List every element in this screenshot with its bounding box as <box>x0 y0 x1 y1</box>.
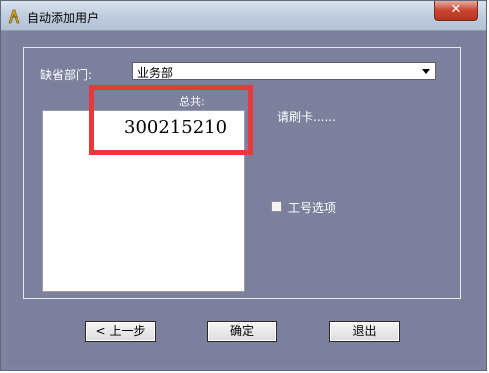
department-dropdown[interactable]: 业务部 <box>132 62 436 80</box>
confirm-button[interactable]: 确定 <box>207 321 277 342</box>
employee-id-checkbox[interactable] <box>271 201 282 212</box>
confirm-button-label: 确定 <box>229 324 254 338</box>
previous-button-label: 上一步 <box>109 324 146 338</box>
highlight-annotation <box>89 85 253 155</box>
title-bar[interactable]: 自动添加用户 ✕ <box>1 1 486 31</box>
close-button[interactable]: ✕ <box>434 1 478 21</box>
window-title: 自动添加用户 <box>27 11 100 25</box>
app-icon <box>8 9 20 24</box>
close-icon: ✕ <box>450 2 462 17</box>
department-dropdown-value: 业务部 <box>137 66 174 80</box>
default-department-label: 缺省部门: <box>40 68 93 82</box>
swipe-card-prompt: 请刷卡...... <box>277 110 336 124</box>
exit-button-label: 退出 <box>352 324 377 338</box>
chevron-down-icon[interactable] <box>419 64 433 78</box>
exit-button[interactable]: 退出 <box>329 321 400 342</box>
employee-id-option-label: 工号选项 <box>288 201 337 215</box>
previous-button[interactable]: < 上一步 <box>85 321 156 342</box>
chevron-left-icon: < <box>95 324 106 338</box>
